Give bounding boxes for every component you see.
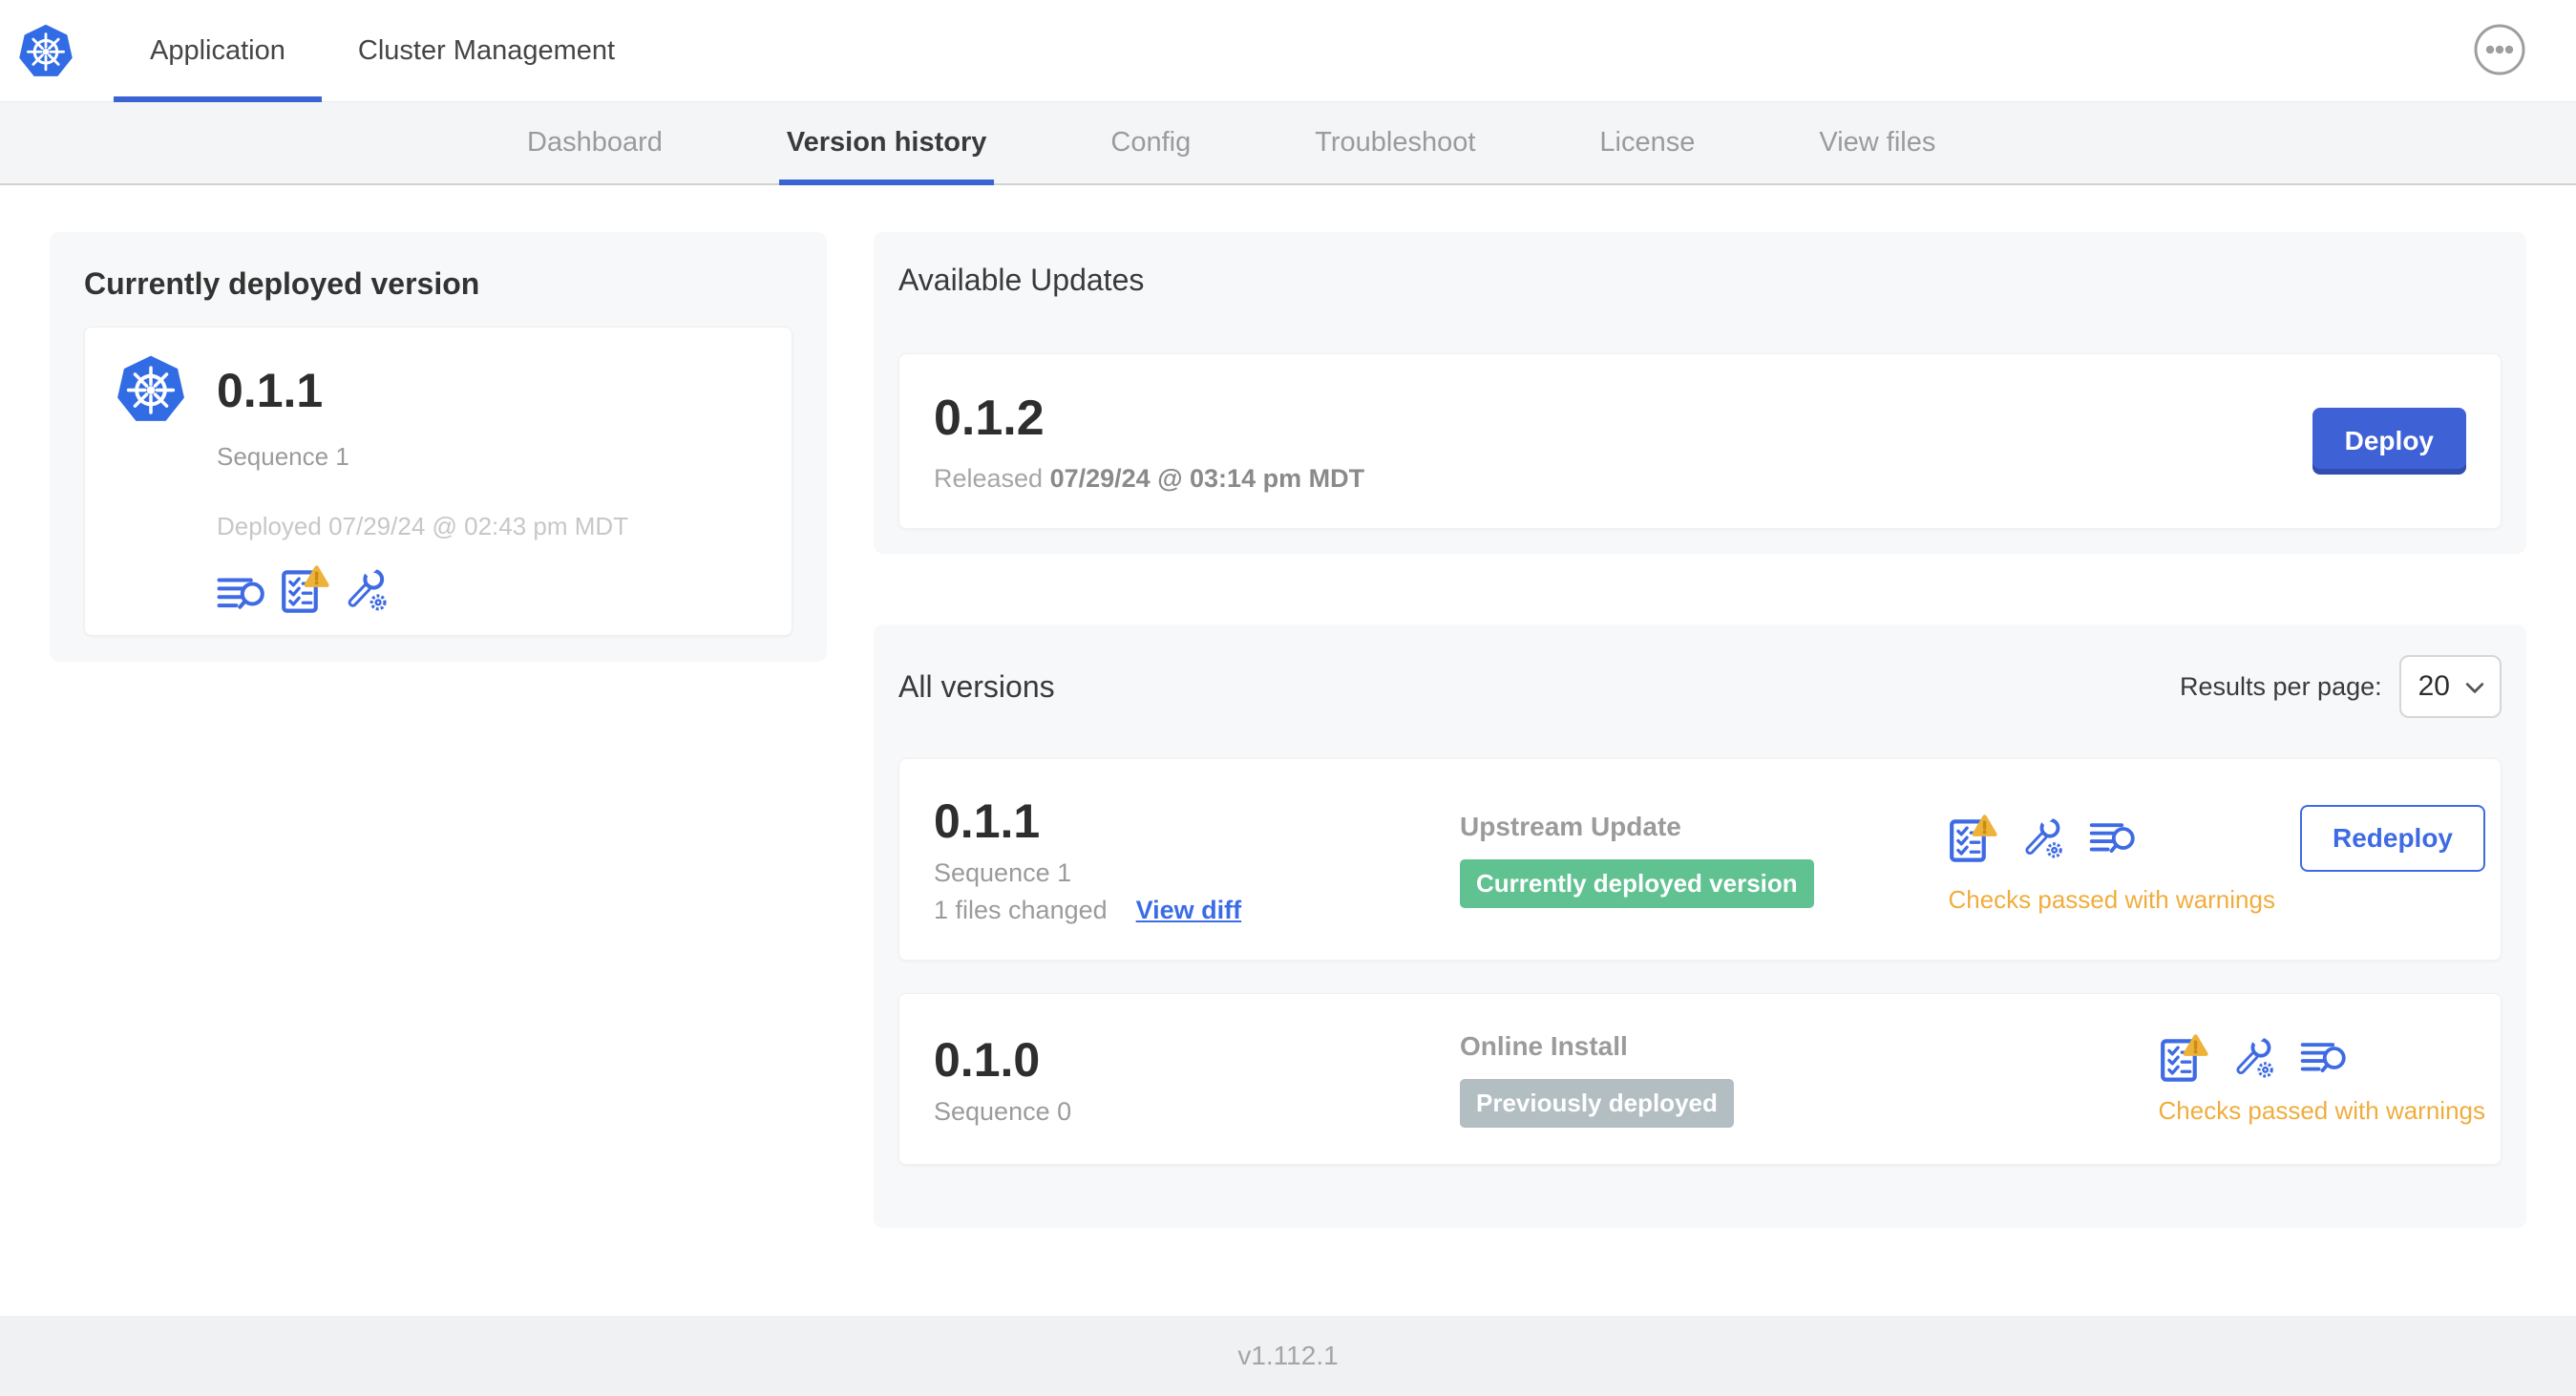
tab-application[interactable]: Application <box>114 0 322 102</box>
results-per-page-label: Results per page: <box>2180 671 2382 701</box>
files-changed-label: 1 files changed <box>934 896 1108 924</box>
tab-view-files[interactable]: View files <box>1819 102 1935 183</box>
config-wrench-gear-icon[interactable] <box>2020 815 2066 861</box>
status-badge: Previously deployed <box>1460 1078 1734 1128</box>
version-action-icons <box>2159 1033 2486 1083</box>
config-wrench-gear-icon[interactable] <box>343 566 391 614</box>
results-per-page-value: 20 <box>2418 670 2450 702</box>
tab-troubleshoot-label: Troubleshoot <box>1315 127 1476 158</box>
preflight-checks-warning-icon[interactable] <box>280 564 329 614</box>
view-diff-link[interactable]: View diff <box>1136 896 1242 925</box>
available-update-info: 0.1.2 Released 07/29/24 @ 03:14 pm MDT <box>934 390 1364 494</box>
files-changed-row: 1 files changed View diff <box>934 896 1460 925</box>
version-number: 0.1.0 <box>934 1032 1041 1087</box>
version-action-icons <box>1948 814 2275 863</box>
top-nav-bar: Application Cluster Management <box>0 0 2576 102</box>
ellipsis-icon <box>2473 24 2526 79</box>
release-notes-icon[interactable] <box>2089 819 2137 857</box>
deployed-timestamp: Deployed 07/29/24 @ 02:43 pm MDT <box>217 512 629 540</box>
preflight-checks-warning-icon[interactable] <box>1948 814 1997 863</box>
version-sequence: Sequence 1 <box>934 858 1072 887</box>
version-source: Online Install <box>1460 1030 1628 1061</box>
right-column: Available Updates 0.1.2 Released 07/29/2… <box>874 232 2526 1316</box>
version-actions: Redeploy Checks passed with warnings <box>1948 804 2485 915</box>
tab-dashboard[interactable]: Dashboard <box>527 102 663 183</box>
deploy-button[interactable]: Deploy <box>2312 408 2466 475</box>
status-badge: Currently deployed version <box>1460 858 1814 908</box>
released-label: Released <box>934 463 1044 493</box>
deployed-actions <box>217 564 628 614</box>
deployed-version-info: 0.1.1 Sequence 1 Deployed 07/29/24 @ 02:… <box>217 349 628 614</box>
tab-config[interactable]: Config <box>1110 102 1191 183</box>
currently-deployed-title: Currently deployed version <box>84 266 480 301</box>
available-updates-title: Available Updates <box>898 263 1145 297</box>
chevron-down-icon <box>2465 670 2484 703</box>
release-notes-icon[interactable] <box>2300 1039 2348 1077</box>
version-history-page: Currently deployed version 0.1.1 Sequenc… <box>0 185 2576 1316</box>
app-level-tabs: Application Cluster Management <box>114 0 651 102</box>
version-actions: Checks passed with warnings <box>2158 1033 2486 1126</box>
version-source-block: Upstream Update Currently deployed versi… <box>1460 812 1948 908</box>
released-date: 07/29/24 @ 03:14 pm MDT <box>1049 463 1365 493</box>
version-info: 0.1.1 Sequence 1 1 files changed View di… <box>934 793 1460 925</box>
version-source: Upstream Update <box>1460 811 1681 841</box>
tab-view-files-label: View files <box>1819 127 1936 158</box>
application-subnav: Dashboard Version history Config Trouble… <box>0 102 2576 185</box>
console-footer: v1.112.1 <box>0 1316 2576 1396</box>
available-updates-card: Available Updates 0.1.2 Released 07/29/2… <box>874 232 2526 554</box>
deployed-version-number: 0.1.1 <box>217 364 324 417</box>
tab-cluster-management[interactable]: Cluster Management <box>322 0 651 102</box>
config-wrench-gear-icon[interactable] <box>2231 1035 2277 1081</box>
kubernetes-logo-icon <box>16 21 75 80</box>
redeploy-button[interactable]: Redeploy <box>2299 804 2485 872</box>
tab-cluster-management-label: Cluster Management <box>357 34 616 66</box>
preflight-status-text: Checks passed with warnings <box>2158 1095 2486 1125</box>
preflight-checks-warning-icon[interactable] <box>2159 1033 2208 1083</box>
update-version-number: 0.1.2 <box>934 390 1045 446</box>
all-versions-header: All versions Results per page: 20 <box>898 655 2502 718</box>
all-versions-title: All versions <box>898 668 1055 704</box>
tab-license-label: License <box>1599 127 1696 158</box>
tab-version-history-label: Version history <box>786 127 987 158</box>
version-info: 0.1.0 Sequence 0 <box>934 1032 1460 1127</box>
currently-deployed-card: Currently deployed version 0.1.1 Sequenc… <box>50 232 827 662</box>
results-per-page: Results per page: 20 <box>2180 655 2502 718</box>
deployed-sequence: Sequence 1 <box>217 442 349 471</box>
results-per-page-select[interactable]: 20 <box>2398 655 2502 718</box>
release-notes-icon[interactable] <box>217 574 266 614</box>
tab-version-history[interactable]: Version history <box>778 102 994 185</box>
preflight-status-text: Checks passed with warnings <box>1948 884 2275 914</box>
all-versions-card: All versions Results per page: 20 0.1.1 … <box>874 624 2526 1228</box>
update-released-timestamp: Released 07/29/24 @ 03:14 pm MDT <box>934 464 1364 494</box>
version-row-0-1-1: 0.1.1 Sequence 1 1 files changed View di… <box>898 758 2502 961</box>
version-sequence: Sequence 0 <box>934 1096 1072 1126</box>
version-source-block: Online Install Previously deployed <box>1460 1031 2159 1128</box>
tab-application-label: Application <box>150 34 285 66</box>
console-version: v1.112.1 <box>1237 1341 1339 1370</box>
version-number: 0.1.1 <box>934 794 1041 848</box>
tab-config-label: Config <box>1110 127 1192 158</box>
overflow-menu-button[interactable] <box>2471 22 2528 79</box>
tab-dashboard-label: Dashboard <box>527 127 663 158</box>
available-update-row: 0.1.2 Released 07/29/24 @ 03:14 pm MDT D… <box>898 353 2502 529</box>
version-row-0-1-0: 0.1.0 Sequence 0 Online Install Previous… <box>898 993 2502 1165</box>
tab-troubleshoot[interactable]: Troubleshoot <box>1315 102 1475 183</box>
app-kubernetes-icon <box>114 349 188 429</box>
tab-license[interactable]: License <box>1599 102 1695 183</box>
deployed-version-box: 0.1.1 Sequence 1 Deployed 07/29/24 @ 02:… <box>84 327 792 636</box>
